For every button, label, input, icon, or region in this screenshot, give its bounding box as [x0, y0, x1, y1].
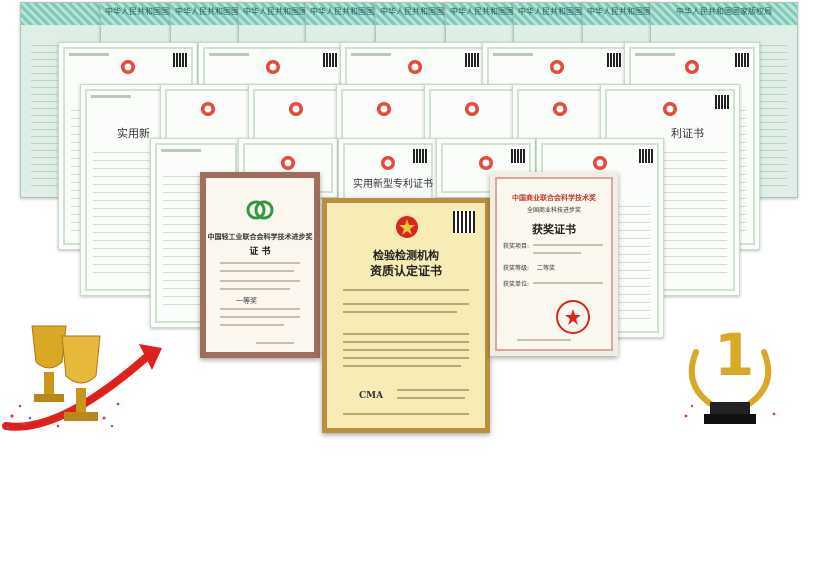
award-grade: 一等奖	[236, 297, 257, 305]
award-emblem-icon	[246, 200, 274, 220]
official-seal-icon	[556, 300, 590, 334]
patent-logo-icon	[380, 155, 396, 171]
inspection-qualification-certificate: 检验检测机构 资质认定证书 CMA	[322, 198, 490, 433]
certificate-title-line2: 全国商业科技进步奖	[526, 207, 581, 214]
qr-code-icon	[465, 53, 479, 67]
qr-code-icon	[607, 53, 621, 67]
certificate-title-line2: 资质认定证书	[369, 264, 442, 278]
patent-logo-icon	[464, 101, 480, 117]
qr-code-icon	[715, 95, 729, 109]
cma-mark: CMA	[359, 391, 384, 401]
trophy-cups-with-arrow-icon	[2, 325, 162, 431]
qr-code-icon	[511, 149, 525, 163]
qr-code-icon	[413, 149, 427, 163]
national-emblem-icon	[396, 216, 418, 238]
trophy-number: 1	[714, 321, 755, 389]
qr-code-icon	[639, 149, 653, 163]
patent-logo-icon	[549, 59, 565, 75]
patent-logo-icon	[407, 59, 423, 75]
patent-logo-icon	[200, 101, 216, 117]
patent-logo-icon	[288, 101, 304, 117]
patent-logo-icon	[684, 59, 700, 75]
commerce-award-certificate: 中国商业联合会科学技术奖 全国商业科技进步奖 获奖证书 获奖项目: 获奖等级: …	[490, 172, 618, 356]
patent-logo-icon	[280, 155, 296, 171]
qr-code-icon	[453, 211, 475, 233]
certificate-title-line1: 检验检测机构	[373, 249, 439, 262]
patent-logo-icon	[592, 155, 608, 171]
patent-logo-icon	[662, 101, 678, 117]
qr-code-icon	[173, 53, 187, 67]
certificate-title: 中国轻工业联合会科学技术进步奖	[207, 232, 313, 241]
patent-logo-icon	[120, 59, 136, 75]
certificate-wall-banner: 中华人民共和国国家版权局 中华人民共和国国家版权局 中华人民共和国国家版权局 中…	[0, 0, 820, 578]
patent-logo-icon	[265, 59, 281, 75]
certificate-heading: 获奖证书	[532, 223, 576, 236]
patent-logo-icon	[376, 101, 392, 117]
certificate-subtitle: 证 书	[249, 247, 271, 257]
qr-code-icon	[323, 53, 337, 67]
qr-code-icon	[735, 53, 749, 67]
light-industry-award-certificate: 中国轻工业联合会科学技术进步奖 证 书 一等奖	[200, 172, 320, 358]
patent-logo-icon	[552, 101, 568, 117]
patent-logo-icon	[478, 155, 494, 171]
certificate-title-line1: 中国商业联合会科学技术奖	[512, 193, 596, 202]
